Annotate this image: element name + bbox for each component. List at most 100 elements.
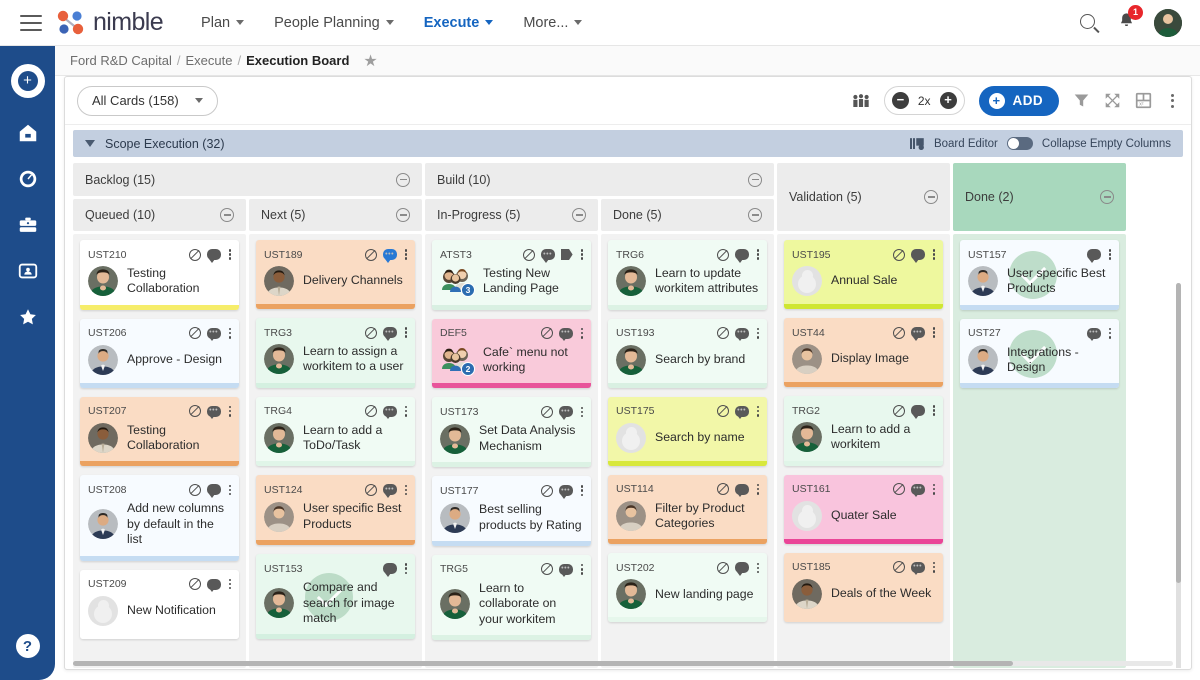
card-menu-button[interactable]	[227, 406, 231, 417]
blocked-icon[interactable]	[717, 483, 729, 495]
comment-icon[interactable]: •••	[383, 249, 397, 260]
column-header-backlog[interactable]: Backlog (15)	[73, 163, 422, 196]
blocked-icon[interactable]	[717, 562, 729, 574]
blocked-icon[interactable]	[365, 484, 377, 496]
card-menu-button[interactable]	[579, 407, 583, 418]
lane-queued[interactable]: UST210Testing CollaborationUST206•••Appr…	[73, 234, 246, 668]
card[interactable]: TRG3•••Learn to assign a workitem to a u…	[256, 318, 415, 388]
lane-in-progress[interactable]: ATST3•••3Testing New Landing Page DEF5•••…	[425, 234, 598, 668]
help-button[interactable]: ?	[16, 634, 40, 658]
add-card-button[interactable]: + ADD	[979, 86, 1059, 116]
comment-icon[interactable]: •••	[207, 406, 221, 417]
board-editor-label[interactable]: Board Editor	[934, 138, 998, 150]
column-header-done-final[interactable]: Done (2)	[953, 163, 1126, 231]
card[interactable]: TRG4•••Learn to add a ToDo/Task	[256, 397, 415, 467]
blocked-icon[interactable]	[893, 483, 905, 495]
column-header-validation[interactable]: Validation (5)	[777, 163, 950, 231]
card-menu-button[interactable]	[227, 485, 231, 496]
nav-item-more[interactable]: More...	[523, 15, 582, 31]
sidebar-item-home[interactable]	[13, 118, 43, 148]
column-header-build[interactable]: Build (10)	[425, 163, 774, 196]
blocked-icon[interactable]	[189, 249, 201, 261]
comment-icon[interactable]	[911, 249, 925, 260]
notifications-button[interactable]: 1	[1117, 11, 1136, 35]
card-menu-button[interactable]	[931, 484, 935, 495]
lane-next[interactable]: UST189•••Delivery Channels TRG3•••Learn t…	[249, 234, 422, 668]
card[interactable]: TRG2Learn to add a workitem	[784, 396, 943, 466]
blocked-icon[interactable]	[189, 327, 201, 339]
card-menu-button[interactable]	[755, 249, 759, 260]
comment-icon[interactable]: •••	[559, 564, 573, 575]
comment-icon[interactable]: •••	[911, 484, 925, 495]
comment-icon[interactable]: •••	[541, 249, 555, 260]
card[interactable]: UST189•••Delivery Channels	[256, 240, 415, 309]
blocked-icon[interactable]	[717, 249, 729, 261]
blocked-icon[interactable]	[365, 249, 377, 261]
card[interactable]: UST195Annual Sale	[784, 240, 943, 309]
sidebar-add-button[interactable]: +	[11, 64, 45, 98]
card[interactable]: TRG5•••Learn to collaborate on your work…	[432, 555, 591, 640]
comment-icon[interactable]: •••	[559, 328, 573, 339]
card[interactable]: UST157User specific Best Products	[960, 240, 1119, 310]
card[interactable]: DEF5•••2Cafe` menu not working	[432, 319, 591, 389]
card[interactable]: UST27•••Integrations - Design	[960, 319, 1119, 389]
comment-icon[interactable]	[207, 484, 221, 495]
card[interactable]: UST124•••User specific Best Products	[256, 475, 415, 545]
card-menu-button[interactable]	[579, 328, 583, 339]
column-header-done-build[interactable]: Done (5)	[601, 199, 774, 231]
nimble-logo[interactable]: nimble	[56, 8, 163, 37]
card-menu-button[interactable]	[227, 249, 231, 260]
nav-item-people-planning[interactable]: People Planning	[274, 15, 394, 31]
card-menu-button[interactable]	[1107, 249, 1111, 260]
card[interactable]: UST202New landing page	[608, 553, 767, 622]
blocked-icon[interactable]	[541, 563, 553, 575]
column-header-in-progress[interactable]: In-Progress (5)	[425, 199, 598, 231]
menu-hamburger-icon[interactable]	[20, 15, 42, 31]
card-menu-button[interactable]	[755, 406, 759, 417]
collapse-icon[interactable]	[924, 190, 938, 204]
card[interactable]: UST207•••Testing Collaboration	[80, 397, 239, 467]
sidebar-item-dashboard[interactable]	[13, 164, 43, 194]
card-menu-button[interactable]	[579, 485, 583, 496]
blocked-icon[interactable]	[717, 327, 729, 339]
card-menu-button[interactable]	[755, 484, 759, 495]
tag-icon[interactable]	[561, 249, 573, 260]
favorite-star-icon[interactable]: ★	[363, 51, 377, 71]
blocked-icon[interactable]	[365, 327, 377, 339]
collapse-icon[interactable]	[748, 208, 762, 222]
card-filter-dropdown[interactable]: All Cards (158)	[77, 86, 218, 116]
card-menu-button[interactable]	[403, 327, 407, 338]
card[interactable]: UST185•••Deals of the Week	[784, 553, 943, 622]
search-icon[interactable]	[1079, 13, 1099, 33]
card[interactable]: UST193•••Search by brand	[608, 319, 767, 388]
card[interactable]: TRG6Learn to update workitem attributes	[608, 240, 767, 310]
nav-item-execute[interactable]: Execute	[424, 15, 494, 31]
card-menu-button[interactable]	[931, 327, 935, 338]
blocked-icon[interactable]	[541, 485, 553, 497]
blocked-icon[interactable]	[189, 405, 201, 417]
board-settings-button[interactable]: x²	[1135, 92, 1152, 109]
blocked-icon[interactable]	[893, 327, 905, 339]
blocked-icon[interactable]	[189, 578, 201, 590]
card-menu-button[interactable]	[931, 405, 935, 416]
card[interactable]: UST114Filter by Product Categories	[608, 475, 767, 545]
card[interactable]: UST208Add new columns by default in the …	[80, 475, 239, 560]
comment-icon[interactable]: •••	[559, 406, 573, 417]
card-menu-button[interactable]	[931, 562, 935, 573]
horizontal-scrollbar[interactable]	[73, 661, 1173, 666]
zoom-in-button[interactable]: +	[940, 92, 957, 109]
card[interactable]: UST209New Notification	[80, 570, 239, 639]
comment-icon[interactable]: •••	[735, 328, 749, 339]
user-avatar[interactable]	[1154, 9, 1182, 37]
comment-icon[interactable]: •••	[383, 484, 397, 495]
collapse-icon[interactable]	[396, 208, 410, 222]
card[interactable]: UST153Compare and search for image match	[256, 554, 415, 639]
collapse-empty-columns-toggle[interactable]	[1007, 137, 1033, 150]
collapse-icon[interactable]	[1100, 190, 1114, 204]
card[interactable]: ATST3•••3Testing New Landing Page	[432, 240, 591, 310]
blocked-icon[interactable]	[717, 405, 729, 417]
lane-validation[interactable]: UST195Annual SaleUST44•••Display ImageTR…	[777, 234, 950, 668]
card-menu-button[interactable]	[755, 328, 759, 339]
card-menu-button[interactable]	[403, 249, 407, 260]
vertical-scrollbar[interactable]	[1176, 283, 1181, 668]
